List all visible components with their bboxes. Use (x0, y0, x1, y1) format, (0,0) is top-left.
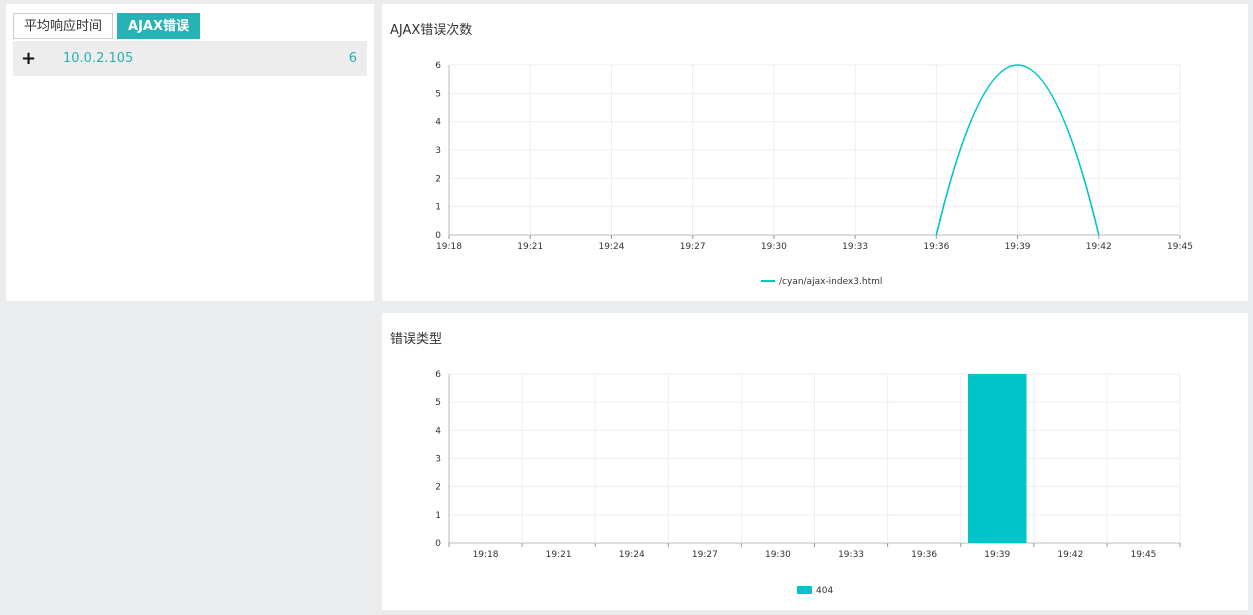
bar (968, 374, 1027, 543)
x-tick-label: 19:33 (842, 242, 868, 252)
error-type-panel: 错误类型 0 1 2 3 4 5 6 19:18 19:21 19:24 19:27 19:30 19:… (382, 313, 1248, 610)
y-tick-label: 2 (435, 174, 441, 184)
y-tick-label: 0 (435, 539, 441, 549)
legend-label: 404 (816, 586, 833, 596)
tab-avg-response-time[interactable]: 平均响应时间 (13, 13, 114, 39)
ip-address-link[interactable]: 10.0.2.105 (63, 51, 349, 66)
error-count: 6 (348, 51, 357, 66)
x-tick-label: 19:27 (680, 242, 706, 252)
x-tick-label: 19:36 (911, 550, 937, 560)
x-tick-label: 19:24 (619, 550, 645, 560)
x-tick-label: 19:18 (473, 550, 499, 560)
x-tick-label: 19:30 (761, 242, 787, 252)
tab-ajax-errors[interactable]: AJAX错误 (117, 13, 200, 39)
x-tick-label: 19:36 (923, 242, 949, 252)
x-tick-label: 19:45 (1130, 550, 1156, 560)
x-tick-label: 19:30 (765, 550, 791, 560)
y-tick-label: 5 (435, 398, 441, 408)
y-tick-label: 4 (435, 118, 441, 128)
x-tick-label: 19:27 (692, 550, 718, 560)
x-tick-label: 19:21 (546, 550, 572, 560)
y-tick-label: 2 (435, 483, 441, 493)
y-tick-label: 6 (435, 61, 441, 71)
list-item[interactable]: + 10.0.2.105 6 (13, 41, 367, 76)
legend-label: /cyan/ajax-index3.html (779, 277, 882, 287)
y-tick-label: 0 (435, 231, 441, 241)
x-tick-label: 19:42 (1057, 550, 1083, 560)
left-panel: 平均响应时间 AJAX错误 + 10.0.2.105 6 (6, 4, 374, 301)
ajax-error-count-panel: AJAX错误次数 0 1 2 3 4 5 6 19:18 19:21 19:24 19:27 19:3… (382, 4, 1248, 301)
y-tick-label: 5 (435, 89, 441, 99)
y-tick-label: 4 (435, 426, 441, 436)
y-tick-label: 3 (435, 146, 441, 156)
line-chart: 0 1 2 3 4 5 6 19:18 19:21 19:24 19:27 19:30 19:33 19:… (435, 61, 1193, 287)
bar-chart: 0 1 2 3 4 5 6 19:18 19:21 19:24 19:27 19:30 19:33 19:… (435, 370, 1181, 596)
x-tick-label: 19:33 (838, 550, 864, 560)
x-tick-label: 19:18 (436, 242, 462, 252)
legend-swatch (797, 586, 812, 594)
y-tick-label: 1 (435, 203, 441, 213)
x-tick-label: 19:21 (517, 242, 543, 252)
x-tick-label: 19:42 (1086, 242, 1112, 252)
expand-plus-icon[interactable]: + (21, 48, 41, 69)
y-tick-label: 6 (435, 370, 441, 380)
x-tick-label: 19:39 (984, 550, 1010, 560)
y-tick-label: 3 (435, 455, 441, 465)
x-tick-label: 19:39 (1005, 242, 1031, 252)
tab-bar: 平均响应时间 AJAX错误 (13, 13, 200, 39)
x-tick-label: 19:24 (598, 242, 624, 252)
y-tick-label: 1 (435, 511, 441, 521)
x-tick-label: 19:45 (1167, 242, 1193, 252)
